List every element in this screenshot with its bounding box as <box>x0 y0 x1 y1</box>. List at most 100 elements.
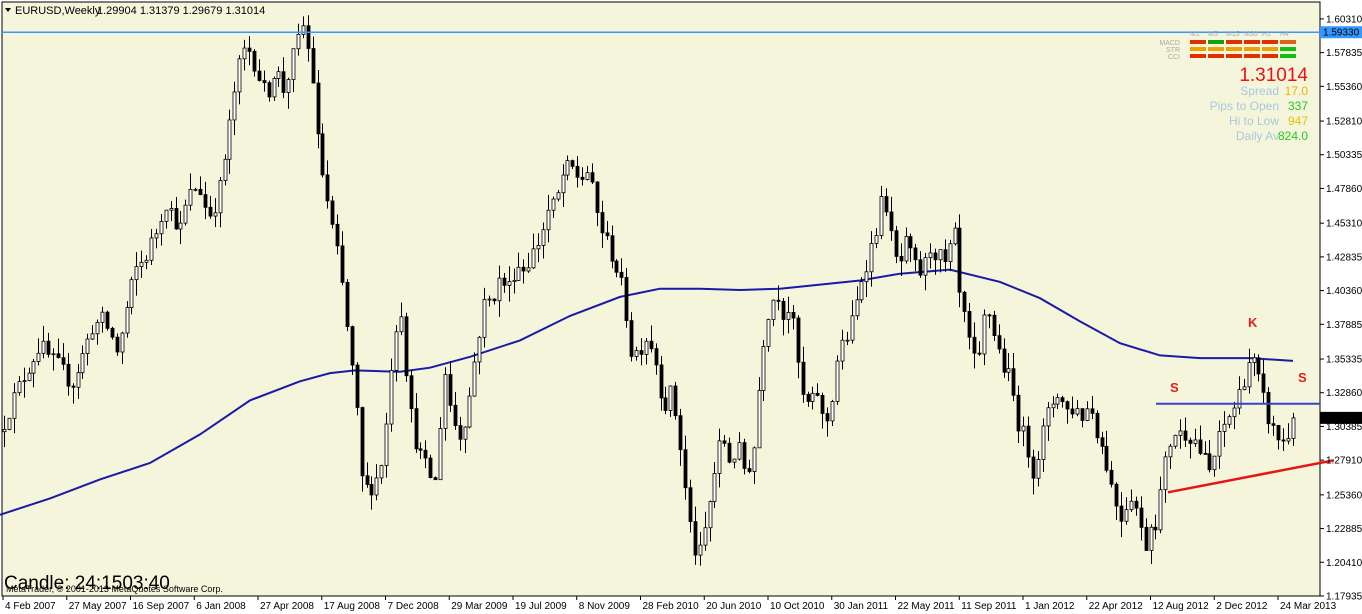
candle-body <box>781 300 786 320</box>
candle-body <box>467 395 472 428</box>
candle-body <box>218 180 223 214</box>
candle-body <box>448 374 453 406</box>
indicator-cell <box>1262 47 1278 51</box>
stat-label: Hi to Low <box>1229 114 1279 128</box>
candle-body <box>541 229 546 246</box>
candle-body <box>1139 507 1144 528</box>
candle-body <box>673 385 678 417</box>
candle-body <box>144 259 149 263</box>
indicator-cell <box>1208 47 1224 51</box>
x-tick-label: 2 Dec 2012 <box>1216 601 1268 612</box>
candle-body <box>928 252 933 259</box>
candle-body <box>1090 408 1095 414</box>
candle-body <box>463 426 468 440</box>
y-tick-label: 1.25360 <box>1326 490 1362 501</box>
candle-body <box>311 48 316 84</box>
candle-body <box>374 477 379 496</box>
candle-body <box>869 243 874 273</box>
candle-body <box>252 50 257 72</box>
candle-body <box>330 200 335 225</box>
x-tick-label: 29 Mar 2009 <box>451 601 508 612</box>
candle-body <box>1085 408 1090 421</box>
candle-body <box>223 158 228 181</box>
candle-body <box>1144 526 1149 551</box>
candle-body <box>742 442 747 469</box>
candle-body <box>786 312 791 320</box>
indicator-cell <box>1208 40 1224 44</box>
candle-body <box>365 475 370 485</box>
candle-body <box>972 336 977 354</box>
candle-body <box>100 311 105 323</box>
candle-body <box>845 339 850 342</box>
candle-body <box>683 449 688 489</box>
candle-body <box>1286 438 1291 442</box>
candle-body <box>22 380 27 383</box>
candle-body <box>169 208 174 211</box>
candle-body <box>801 361 806 395</box>
candle-body <box>884 196 889 213</box>
candle-body <box>105 311 110 329</box>
stat-label: Daily Av <box>1236 129 1279 143</box>
candle-body <box>345 281 350 327</box>
candle-body <box>399 316 404 333</box>
y-tick-label: 1.30385 <box>1326 422 1362 433</box>
candle-body <box>737 442 742 460</box>
candle-body <box>443 374 448 429</box>
candle-body <box>943 249 948 262</box>
candle-body <box>1041 425 1046 460</box>
candle-body <box>556 192 561 200</box>
candle-body <box>301 25 306 35</box>
candle-body <box>247 47 252 52</box>
y-tick-label: 1.60310 <box>1326 14 1362 25</box>
price-chart[interactable]: 1.59330 1.31014 1.60310 1.57835 1.55360 1.52… <box>0 0 1362 614</box>
candle-body <box>938 249 943 261</box>
candle-body <box>115 336 120 353</box>
x-tick-label: 27 May 2007 <box>69 601 127 612</box>
y-tick-label: 1.55360 <box>1326 82 1362 93</box>
candle-body <box>1070 408 1075 415</box>
candle-body <box>732 458 737 463</box>
candle-body <box>95 321 100 335</box>
candle-body <box>56 353 61 359</box>
candle-body <box>1104 445 1109 471</box>
indicator-cell <box>1262 40 1278 44</box>
candle-body <box>1002 348 1007 373</box>
candle-body <box>325 174 330 202</box>
candle-body <box>688 487 693 522</box>
x-tick-label: 27 Apr 2008 <box>260 601 314 612</box>
candle-body <box>458 425 463 440</box>
candle-body <box>76 372 81 388</box>
candle-body <box>992 314 997 337</box>
candle-body <box>1227 416 1232 425</box>
candle-body <box>409 375 414 410</box>
candle-body <box>1134 500 1139 509</box>
candle-body <box>272 78 277 98</box>
candle-body <box>320 133 325 176</box>
candle-body <box>531 248 536 269</box>
candle-body <box>855 299 860 317</box>
candle-body <box>1232 407 1237 418</box>
x-tick-label: 10 Oct 2010 <box>770 601 825 612</box>
timeframe-label: M1 <box>1190 31 1200 38</box>
y-tick-label: 1.35335 <box>1326 355 1362 366</box>
candle-body <box>482 299 487 338</box>
candle-body <box>977 352 982 355</box>
candle-body <box>1247 362 1252 388</box>
y-tick-label: 1.37885 <box>1326 320 1362 331</box>
candle-body <box>296 33 301 50</box>
y-tick-label: 1.45310 <box>1326 219 1362 230</box>
chart-symbol: EURUSD,Weekly <box>15 5 101 17</box>
indicator-cell <box>1244 54 1260 58</box>
panel-price: 1.31014 <box>1239 65 1308 86</box>
x-tick-label: 17 Aug 2008 <box>324 601 381 612</box>
x-tick-label: 24 Mar 2013 <box>1280 601 1337 612</box>
candle-body <box>536 245 541 250</box>
x-tick-label: 11 Sep 2011 <box>961 601 1017 612</box>
candle-body <box>1026 425 1031 458</box>
candle-body <box>610 235 615 262</box>
candle-body <box>139 261 144 268</box>
stat-value: 337 <box>1288 99 1308 113</box>
candle-body <box>120 332 125 353</box>
candle-body <box>1173 434 1178 447</box>
candle-body <box>154 233 159 239</box>
